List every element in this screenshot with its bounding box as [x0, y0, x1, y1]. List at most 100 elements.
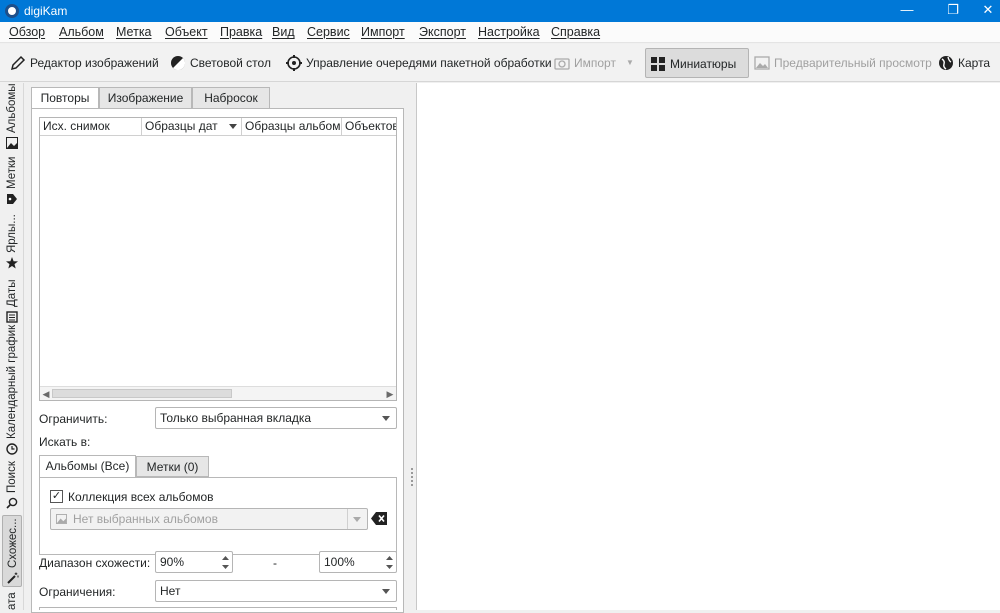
map-label: Карта: [958, 56, 991, 70]
preview-label: Предварительный просмотр: [774, 56, 932, 70]
restrict-select-value: Только выбранная вкладка: [160, 411, 312, 425]
sidebar-tab-tags[interactable]: Метки: [2, 155, 22, 207]
tab-image[interactable]: Изображение: [99, 87, 192, 109]
maximize-button[interactable]: ❐: [930, 0, 976, 22]
spin-down-icon[interactable]: [384, 562, 395, 572]
sidebar-tab-albums-label: Альбомы: [6, 83, 18, 133]
scroll-left-icon[interactable]: ◀: [40, 388, 52, 400]
calendar-icon: [6, 311, 18, 323]
menu-settings[interactable]: Настройка: [478, 25, 540, 39]
image-icon: [754, 56, 770, 70]
restrict-select[interactable]: Только выбранная вкладка: [155, 407, 397, 429]
constraints-select[interactable]: Нет: [155, 580, 397, 602]
similarity-min-value: 90%: [160, 555, 185, 569]
minimize-button[interactable]: —: [884, 0, 930, 22]
light-table-icon: [171, 56, 186, 71]
spin-down-icon[interactable]: [220, 562, 231, 572]
sort-descending-icon: [229, 124, 237, 129]
menu-album[interactable]: Альбом: [59, 25, 104, 39]
clear-icon[interactable]: [371, 512, 387, 525]
tab-sketch[interactable]: Набросок: [192, 87, 270, 109]
similarity-min-spinbox[interactable]: 90%: [155, 551, 233, 573]
sidebar-tab-overflow[interactable]: ата: [2, 589, 22, 610]
pencil-icon: [10, 55, 26, 71]
menu-tag[interactable]: Метка: [116, 25, 152, 39]
menu-tools[interactable]: Сервис: [307, 25, 350, 39]
panel-splitter[interactable]: [408, 83, 416, 610]
splitter-grip[interactable]: [411, 468, 413, 486]
window-title: digiKam: [24, 4, 68, 18]
constraints-select-value: Нет: [160, 584, 181, 598]
batch-queue-button[interactable]: Управление очередями пакетной обработки: [282, 48, 552, 78]
sidebar-tab-dates[interactable]: Даты: [2, 273, 22, 325]
light-table-label: Световой стол: [190, 56, 271, 70]
chevron-down-icon: [382, 416, 390, 421]
gear-icon: [286, 55, 302, 71]
menu-edit[interactable]: Правка: [220, 25, 262, 39]
column-reference-image[interactable]: Исх. снимок: [40, 118, 142, 136]
menu-import[interactable]: Импорт: [361, 25, 405, 39]
table-horizontal-scrollbar[interactable]: ◀ ▶: [40, 386, 396, 400]
column-album-samples[interactable]: Образцы альбом: [242, 118, 342, 136]
sidebar-tab-labels[interactable]: Ярлы...: [2, 211, 22, 271]
import-label: Импорт: [574, 56, 616, 70]
sidebar-tab-similarity[interactable]: Схожес...: [2, 515, 22, 587]
clock-icon: [6, 443, 18, 455]
range-separator: -: [273, 556, 277, 570]
sidebar-tab-albums[interactable]: Альбомы: [2, 83, 22, 151]
sidebar-tab-dates-label: Даты: [6, 279, 18, 307]
scrollbar-thumb[interactable]: [52, 389, 232, 398]
similarity-range-label: Диапазон схожести:: [39, 556, 151, 570]
menu-bar: Обзор Альбом Метка Объект Правка Вид Сер…: [0, 22, 1000, 43]
tab-duplicates[interactable]: Повторы: [31, 87, 99, 110]
map-button[interactable]: Карта: [934, 48, 990, 78]
column-items[interactable]: Объектов: [342, 118, 396, 136]
restrict-label: Ограничить:: [39, 412, 108, 426]
menu-browse[interactable]: Обзор: [9, 25, 45, 39]
albums-chevron-down-icon: [353, 517, 361, 522]
subtab-albums[interactable]: Альбомы (Все): [39, 455, 136, 478]
column-date-samples-label: Образцы дат: [145, 119, 218, 133]
image-editor-label: Редактор изображений: [30, 56, 159, 70]
similarity-max-value: 100%: [324, 555, 355, 569]
column-date-samples[interactable]: Образцы дат: [142, 118, 242, 136]
image-editor-button[interactable]: Редактор изображений: [6, 48, 159, 78]
magic-wand-icon: [7, 572, 19, 584]
search-icon: [6, 497, 18, 509]
sidebar-tab-overflow-label: ата: [6, 592, 18, 610]
search-in-label: Искать в:: [39, 435, 91, 449]
grid-icon: [651, 57, 665, 71]
preview-button[interactable]: Предварительный просмотр: [750, 48, 932, 78]
sidebar-tab-similarity-label: Схожес...: [7, 518, 19, 568]
menu-help[interactable]: Справка: [551, 25, 600, 39]
main-toolbar: Редактор изображений Световой стол Управ…: [0, 44, 1000, 82]
thumbnails-button[interactable]: Миниатюры: [645, 48, 750, 78]
menu-item[interactable]: Объект: [165, 25, 208, 39]
menu-view[interactable]: Вид: [272, 25, 295, 39]
constraints-label: Ограничения:: [39, 585, 116, 599]
subtab-tags[interactable]: Метки (0): [136, 456, 209, 477]
globe-icon: [939, 56, 953, 70]
sidebar-tab-search[interactable]: Поиск: [2, 459, 22, 511]
albums-select-placeholder: Нет выбранных альбомов: [73, 512, 218, 526]
left-sidebar-tabs: Альбомы Метки Ярлы... Даты Календарный г…: [0, 83, 24, 610]
close-button[interactable]: ✕: [976, 0, 1000, 22]
sidebar-tab-timeline-label: Календарный график: [6, 324, 18, 439]
chevron-down-icon: [382, 589, 390, 594]
thumbnail-view[interactable]: [416, 83, 1000, 610]
light-table-button[interactable]: Световой стол: [166, 48, 271, 78]
album-placeholder-icon: [56, 514, 67, 524]
albums-select[interactable]: Нет выбранных альбомов: [50, 508, 368, 530]
thumbnails-label: Миниатюры: [670, 57, 737, 71]
sidebar-tab-timeline[interactable]: Календарный график: [2, 324, 22, 457]
import-button[interactable]: Импорт ▼: [550, 48, 634, 78]
import-dropdown-arrow-icon[interactable]: ▼: [626, 48, 634, 78]
similarity-max-spinbox[interactable]: 100%: [319, 551, 397, 573]
scroll-right-icon[interactable]: ▶: [384, 388, 396, 400]
all-albums-checkbox[interactable]: ✓: [50, 490, 63, 503]
tag-icon: [7, 194, 17, 204]
duplicates-table[interactable]: Исх. снимок Образцы дат Образцы альбом О…: [39, 117, 397, 401]
menu-export[interactable]: Экспорт: [419, 25, 466, 39]
all-albums-label: Коллекция всех альбомов: [68, 490, 214, 504]
table-header: Исх. снимок Образцы дат Образцы альбом О…: [40, 118, 396, 136]
